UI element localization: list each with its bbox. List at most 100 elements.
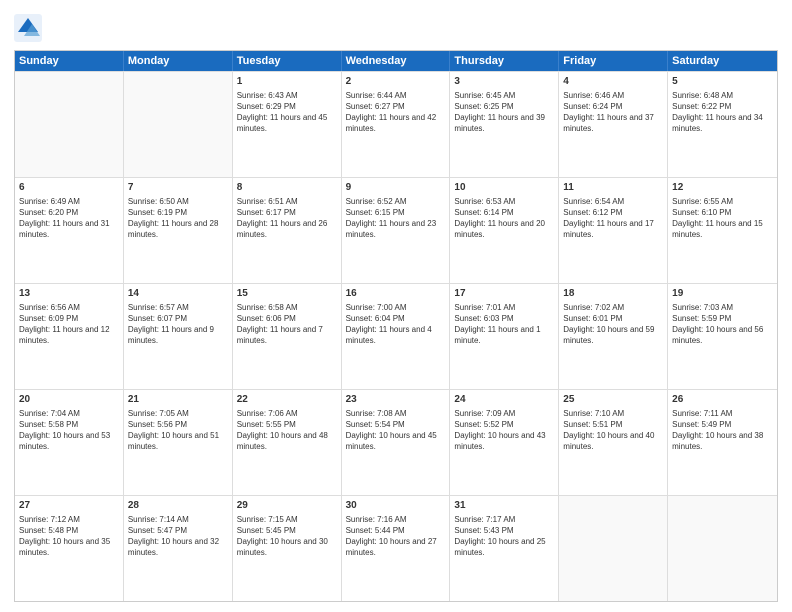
day-number: 8 bbox=[237, 181, 337, 195]
day-number: 30 bbox=[346, 499, 446, 513]
cal-cell-21: 21Sunrise: 7:05 AM Sunset: 5:56 PM Dayli… bbox=[124, 390, 233, 495]
day-info: Sunrise: 7:03 AM Sunset: 5:59 PM Dayligh… bbox=[672, 302, 773, 347]
cal-cell-25: 25Sunrise: 7:10 AM Sunset: 5:51 PM Dayli… bbox=[559, 390, 668, 495]
day-info: Sunrise: 7:10 AM Sunset: 5:51 PM Dayligh… bbox=[563, 408, 663, 453]
cal-cell-2: 2Sunrise: 6:44 AM Sunset: 6:27 PM Daylig… bbox=[342, 72, 451, 177]
day-info: Sunrise: 6:55 AM Sunset: 6:10 PM Dayligh… bbox=[672, 196, 773, 241]
cal-cell-empty-0-0 bbox=[15, 72, 124, 177]
day-number: 13 bbox=[19, 287, 119, 301]
day-number: 29 bbox=[237, 499, 337, 513]
day-info: Sunrise: 6:52 AM Sunset: 6:15 PM Dayligh… bbox=[346, 196, 446, 241]
day-info: Sunrise: 6:50 AM Sunset: 6:19 PM Dayligh… bbox=[128, 196, 228, 241]
cal-cell-28: 28Sunrise: 7:14 AM Sunset: 5:47 PM Dayli… bbox=[124, 496, 233, 601]
day-info: Sunrise: 6:43 AM Sunset: 6:29 PM Dayligh… bbox=[237, 90, 337, 135]
cal-cell-6: 6Sunrise: 6:49 AM Sunset: 6:20 PM Daylig… bbox=[15, 178, 124, 283]
day-number: 3 bbox=[454, 75, 554, 89]
day-info: Sunrise: 7:14 AM Sunset: 5:47 PM Dayligh… bbox=[128, 514, 228, 559]
calendar-row-1: 6Sunrise: 6:49 AM Sunset: 6:20 PM Daylig… bbox=[15, 177, 777, 283]
cal-cell-16: 16Sunrise: 7:00 AM Sunset: 6:04 PM Dayli… bbox=[342, 284, 451, 389]
day-number: 27 bbox=[19, 499, 119, 513]
cal-cell-29: 29Sunrise: 7:15 AM Sunset: 5:45 PM Dayli… bbox=[233, 496, 342, 601]
cal-cell-empty-4-5 bbox=[559, 496, 668, 601]
day-info: Sunrise: 6:53 AM Sunset: 6:14 PM Dayligh… bbox=[454, 196, 554, 241]
cal-cell-1: 1Sunrise: 6:43 AM Sunset: 6:29 PM Daylig… bbox=[233, 72, 342, 177]
header bbox=[14, 10, 778, 42]
cal-cell-23: 23Sunrise: 7:08 AM Sunset: 5:54 PM Dayli… bbox=[342, 390, 451, 495]
logo-icon bbox=[14, 14, 42, 42]
calendar-row-3: 20Sunrise: 7:04 AM Sunset: 5:58 PM Dayli… bbox=[15, 389, 777, 495]
day-info: Sunrise: 7:16 AM Sunset: 5:44 PM Dayligh… bbox=[346, 514, 446, 559]
cal-cell-19: 19Sunrise: 7:03 AM Sunset: 5:59 PM Dayli… bbox=[668, 284, 777, 389]
cal-cell-31: 31Sunrise: 7:17 AM Sunset: 5:43 PM Dayli… bbox=[450, 496, 559, 601]
day-info: Sunrise: 7:04 AM Sunset: 5:58 PM Dayligh… bbox=[19, 408, 119, 453]
header-day-saturday: Saturday bbox=[668, 51, 777, 71]
cal-cell-11: 11Sunrise: 6:54 AM Sunset: 6:12 PM Dayli… bbox=[559, 178, 668, 283]
day-number: 7 bbox=[128, 181, 228, 195]
day-number: 11 bbox=[563, 181, 663, 195]
calendar: SundayMondayTuesdayWednesdayThursdayFrid… bbox=[14, 50, 778, 602]
day-info: Sunrise: 6:46 AM Sunset: 6:24 PM Dayligh… bbox=[563, 90, 663, 135]
day-info: Sunrise: 7:15 AM Sunset: 5:45 PM Dayligh… bbox=[237, 514, 337, 559]
logo bbox=[14, 14, 46, 42]
cal-cell-20: 20Sunrise: 7:04 AM Sunset: 5:58 PM Dayli… bbox=[15, 390, 124, 495]
day-info: Sunrise: 7:17 AM Sunset: 5:43 PM Dayligh… bbox=[454, 514, 554, 559]
day-info: Sunrise: 7:02 AM Sunset: 6:01 PM Dayligh… bbox=[563, 302, 663, 347]
calendar-header: SundayMondayTuesdayWednesdayThursdayFrid… bbox=[15, 51, 777, 71]
cal-cell-5: 5Sunrise: 6:48 AM Sunset: 6:22 PM Daylig… bbox=[668, 72, 777, 177]
header-day-sunday: Sunday bbox=[15, 51, 124, 71]
cal-cell-13: 13Sunrise: 6:56 AM Sunset: 6:09 PM Dayli… bbox=[15, 284, 124, 389]
day-number: 14 bbox=[128, 287, 228, 301]
day-info: Sunrise: 7:05 AM Sunset: 5:56 PM Dayligh… bbox=[128, 408, 228, 453]
day-info: Sunrise: 6:58 AM Sunset: 6:06 PM Dayligh… bbox=[237, 302, 337, 347]
cal-cell-22: 22Sunrise: 7:06 AM Sunset: 5:55 PM Dayli… bbox=[233, 390, 342, 495]
day-number: 24 bbox=[454, 393, 554, 407]
day-number: 19 bbox=[672, 287, 773, 301]
day-info: Sunrise: 6:45 AM Sunset: 6:25 PM Dayligh… bbox=[454, 90, 554, 135]
day-number: 6 bbox=[19, 181, 119, 195]
header-day-monday: Monday bbox=[124, 51, 233, 71]
page: SundayMondayTuesdayWednesdayThursdayFrid… bbox=[0, 0, 792, 612]
calendar-body: 1Sunrise: 6:43 AM Sunset: 6:29 PM Daylig… bbox=[15, 71, 777, 601]
cal-cell-8: 8Sunrise: 6:51 AM Sunset: 6:17 PM Daylig… bbox=[233, 178, 342, 283]
cal-cell-17: 17Sunrise: 7:01 AM Sunset: 6:03 PM Dayli… bbox=[450, 284, 559, 389]
cal-cell-12: 12Sunrise: 6:55 AM Sunset: 6:10 PM Dayli… bbox=[668, 178, 777, 283]
calendar-row-0: 1Sunrise: 6:43 AM Sunset: 6:29 PM Daylig… bbox=[15, 71, 777, 177]
cal-cell-27: 27Sunrise: 7:12 AM Sunset: 5:48 PM Dayli… bbox=[15, 496, 124, 601]
day-info: Sunrise: 7:06 AM Sunset: 5:55 PM Dayligh… bbox=[237, 408, 337, 453]
day-number: 17 bbox=[454, 287, 554, 301]
cal-cell-9: 9Sunrise: 6:52 AM Sunset: 6:15 PM Daylig… bbox=[342, 178, 451, 283]
day-number: 10 bbox=[454, 181, 554, 195]
day-number: 15 bbox=[237, 287, 337, 301]
day-info: Sunrise: 6:48 AM Sunset: 6:22 PM Dayligh… bbox=[672, 90, 773, 135]
day-number: 28 bbox=[128, 499, 228, 513]
day-info: Sunrise: 6:49 AM Sunset: 6:20 PM Dayligh… bbox=[19, 196, 119, 241]
cal-cell-10: 10Sunrise: 6:53 AM Sunset: 6:14 PM Dayli… bbox=[450, 178, 559, 283]
header-day-wednesday: Wednesday bbox=[342, 51, 451, 71]
day-number: 18 bbox=[563, 287, 663, 301]
day-info: Sunrise: 7:12 AM Sunset: 5:48 PM Dayligh… bbox=[19, 514, 119, 559]
day-info: Sunrise: 7:00 AM Sunset: 6:04 PM Dayligh… bbox=[346, 302, 446, 347]
day-number: 4 bbox=[563, 75, 663, 89]
calendar-row-4: 27Sunrise: 7:12 AM Sunset: 5:48 PM Dayli… bbox=[15, 495, 777, 601]
day-info: Sunrise: 6:57 AM Sunset: 6:07 PM Dayligh… bbox=[128, 302, 228, 347]
day-info: Sunrise: 6:54 AM Sunset: 6:12 PM Dayligh… bbox=[563, 196, 663, 241]
cal-cell-empty-4-6 bbox=[668, 496, 777, 601]
day-number: 5 bbox=[672, 75, 773, 89]
day-number: 25 bbox=[563, 393, 663, 407]
day-number: 31 bbox=[454, 499, 554, 513]
day-number: 9 bbox=[346, 181, 446, 195]
cal-cell-14: 14Sunrise: 6:57 AM Sunset: 6:07 PM Dayli… bbox=[124, 284, 233, 389]
header-day-tuesday: Tuesday bbox=[233, 51, 342, 71]
day-number: 21 bbox=[128, 393, 228, 407]
day-number: 1 bbox=[237, 75, 337, 89]
cal-cell-26: 26Sunrise: 7:11 AM Sunset: 5:49 PM Dayli… bbox=[668, 390, 777, 495]
day-number: 16 bbox=[346, 287, 446, 301]
calendar-row-2: 13Sunrise: 6:56 AM Sunset: 6:09 PM Dayli… bbox=[15, 283, 777, 389]
cal-cell-empty-0-1 bbox=[124, 72, 233, 177]
cal-cell-30: 30Sunrise: 7:16 AM Sunset: 5:44 PM Dayli… bbox=[342, 496, 451, 601]
day-number: 22 bbox=[237, 393, 337, 407]
day-number: 23 bbox=[346, 393, 446, 407]
day-info: Sunrise: 6:44 AM Sunset: 6:27 PM Dayligh… bbox=[346, 90, 446, 135]
header-day-thursday: Thursday bbox=[450, 51, 559, 71]
day-info: Sunrise: 6:51 AM Sunset: 6:17 PM Dayligh… bbox=[237, 196, 337, 241]
